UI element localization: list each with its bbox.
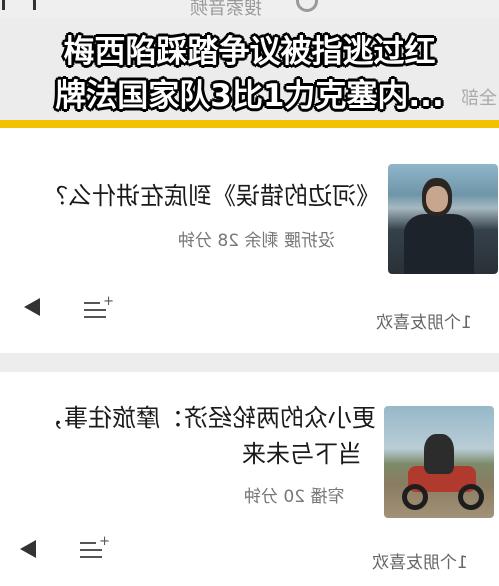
top-bar: 搜索音频 梅西陷踩踏争议被指逃过红 牌法国家队3比1力克塞内... 全部 xyxy=(0,0,499,130)
play-icon[interactable] xyxy=(24,298,40,316)
add-to-playlist-icon[interactable]: + xyxy=(80,534,110,560)
episode-title[interactable]: 更小众的两轮经济：摩旅往事， xyxy=(40,402,376,434)
add-to-playlist-icon[interactable]: + xyxy=(84,294,114,320)
episode-meta: 窄播 20 分钟 xyxy=(244,487,345,507)
friend-likes: 1个朋友喜欢 xyxy=(372,553,468,573)
episode-thumbnail[interactable] xyxy=(384,406,494,518)
episode-thumbnail[interactable] xyxy=(388,164,498,274)
episode-meta: 没折腰 剩余 28 分钟 xyxy=(178,231,335,251)
friend-likes: 1个朋友喜欢 xyxy=(376,313,472,333)
episode-title-line-2[interactable]: 当下与未来 xyxy=(242,438,362,470)
play-icon[interactable] xyxy=(20,540,36,558)
accent-rule xyxy=(0,120,499,128)
headline-line-2: 牌法国家队3比1力克塞内... xyxy=(55,78,444,114)
headphones-icon[interactable] xyxy=(2,0,36,10)
search-icon[interactable] xyxy=(296,0,318,12)
episode-title[interactable]: 《河边的错误》到底在讲什么？ xyxy=(44,180,380,212)
search-bar[interactable]: 搜索音频 xyxy=(0,0,499,19)
divider xyxy=(0,353,499,372)
list-item[interactable]: 更小众的两轮经济：摩旅往事， 当下与未来 窄播 20 分钟 + 1个朋友喜欢 xyxy=(0,372,499,586)
news-headline: 梅西陷踩踏争议被指逃过红 牌法国家队3比1力克塞内... xyxy=(0,30,499,118)
tab-all-fragment[interactable]: 全部 xyxy=(461,84,497,110)
list-item[interactable]: 《河边的错误》到底在讲什么？ 没折腰 剩余 28 分钟 + 1个朋友喜欢 xyxy=(0,128,499,353)
search-placeholder: 搜索音频 xyxy=(190,0,262,19)
headline-line-1: 梅西陷踩踏争议被指逃过红 xyxy=(63,34,436,70)
